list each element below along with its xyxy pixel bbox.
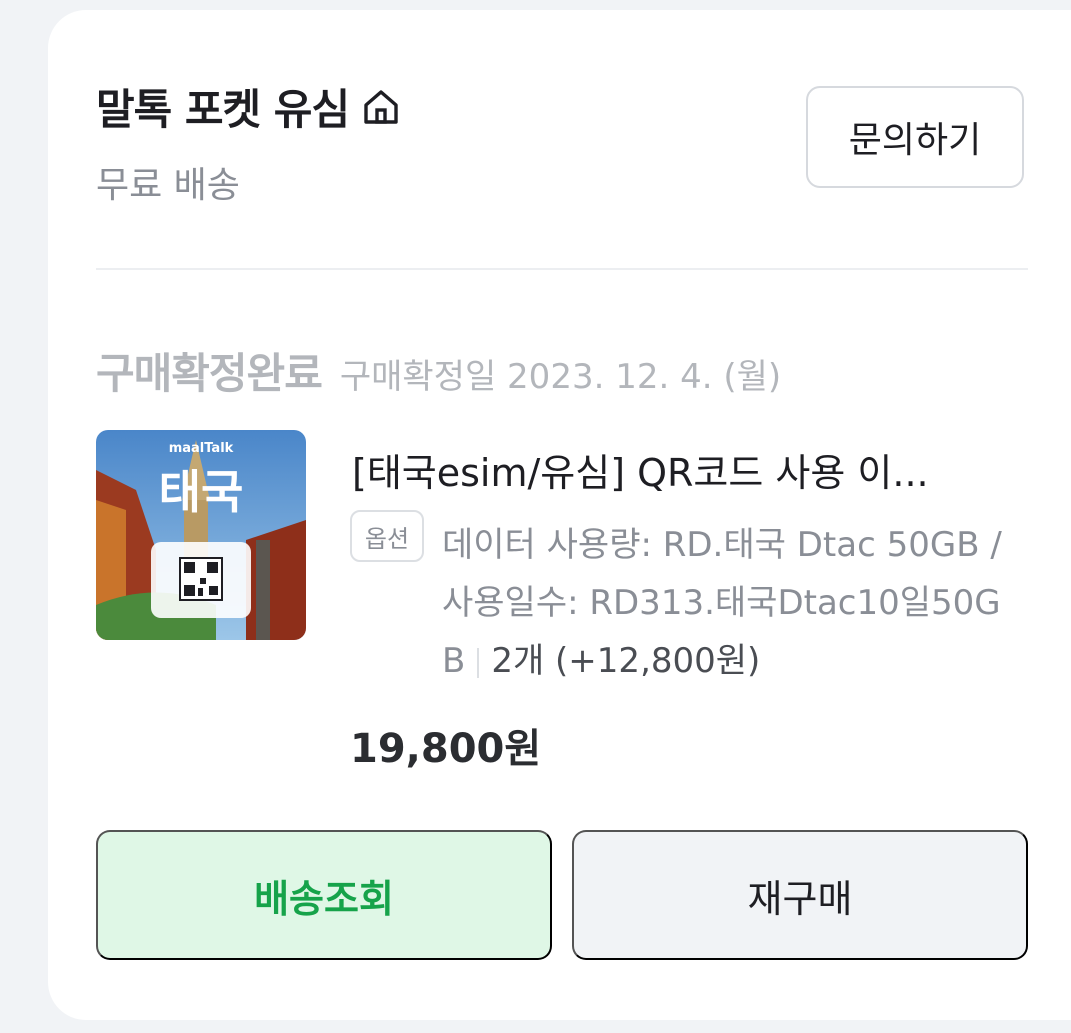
rebuy-button[interactable]: 재구매	[572, 830, 1028, 960]
store-name[interactable]: 말톡 포켓 유심	[96, 76, 350, 137]
qr-code-icon	[179, 557, 223, 601]
shipping-info: 무료 배송	[96, 165, 240, 206]
product-image: maalTalk 태국	[96, 430, 306, 640]
order-status-row: 구매확정완료 구매확정일 2023. 12. 4. (월)	[96, 340, 781, 401]
product-thumbnail[interactable]: maalTalk 태국	[96, 430, 306, 640]
order-status: 구매확정완료	[96, 349, 323, 398]
quantity: 2개 (+12,800원)	[491, 641, 761, 681]
option-details: 데이터 사용량: RD.태국 Dtac 50GB / 사용일수: RD313.태…	[442, 516, 1022, 690]
separator	[477, 647, 480, 678]
option-badge: 옵션	[350, 510, 424, 562]
inquiry-button[interactable]: 문의하기	[806, 86, 1024, 188]
order-card: 말톡 포켓 유심 무료 배송 문의하기 구매확정완료 구매확정일 2023. 1…	[48, 10, 1071, 1020]
track-shipment-button[interactable]: 배송조회	[96, 830, 552, 960]
home-icon[interactable]	[359, 85, 403, 129]
divider	[96, 268, 1028, 270]
thumbnail-label: 태국	[159, 465, 244, 519]
product-title[interactable]: [태국esim/유심] QR코드 사용 이...	[352, 442, 1012, 497]
brand-logo: maalTalk	[169, 441, 234, 456]
price: 19,800원	[350, 726, 542, 772]
store-header[interactable]: 말톡 포켓 유심	[96, 76, 403, 137]
confirm-date: 구매확정일 2023. 12. 4. (월)	[339, 357, 782, 397]
